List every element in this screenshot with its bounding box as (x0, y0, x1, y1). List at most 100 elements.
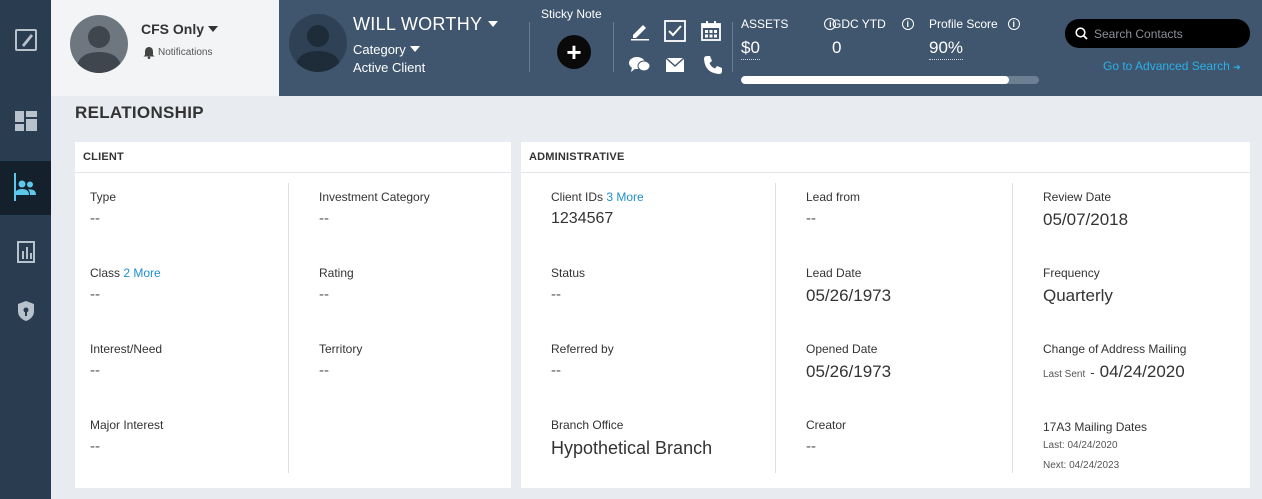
rail-relationship-icon[interactable] (0, 161, 51, 215)
territory-field: Territory -- (319, 342, 362, 379)
type-label: Type (90, 190, 117, 204)
client-ids-value: 1234567 (551, 210, 614, 227)
class-field: Class 2 More -- (90, 266, 161, 303)
divider (732, 22, 733, 72)
mailing-next-value: 04/24/2023 (1069, 460, 1120, 471)
creator-value: -- (806, 438, 816, 455)
user-menu[interactable]: CFS Only (141, 21, 219, 37)
edit-note-button[interactable] (628, 19, 652, 43)
lead-date-label: Lead Date (806, 266, 862, 280)
gdc-ytd-label: GDC YTD (832, 17, 886, 31)
separator: - (1090, 365, 1095, 380)
change-of-address-value: 04/24/2020 (1099, 362, 1185, 381)
page-title: RELATIONSHIP (75, 103, 204, 122)
opened-date-label: Opened Date (806, 342, 878, 356)
left-rail (0, 0, 51, 499)
mailing-last-value: 04/24/2020 (1067, 440, 1118, 451)
phone-button[interactable] (701, 53, 725, 77)
investment-category-value: -- (319, 210, 329, 227)
class-more-link[interactable]: 2 More (123, 266, 160, 280)
client-name-menu[interactable]: WILL WORTHY (353, 14, 499, 35)
client-status: Active Client (353, 60, 426, 75)
mailing-17a3-label: 17A3 Mailing Dates (1043, 420, 1148, 434)
client-name: WILL WORTHY (353, 14, 483, 34)
assets-label-group: ASSETS i (741, 17, 837, 31)
info-icon[interactable]: i (901, 18, 914, 30)
investment-category-label: Investment Category (319, 190, 430, 204)
frequency-field: Frequency Quarterly (1043, 266, 1113, 306)
profile-score-progress-bar (741, 76, 1039, 84)
interest-need-label: Interest/Need (90, 342, 163, 356)
interest-need-field: Interest/Need -- (90, 342, 162, 379)
major-interest-field: Major Interest -- (90, 418, 163, 455)
search-input[interactable] (1094, 26, 1244, 41)
client-ids-more-link[interactable]: 3 More (606, 190, 643, 204)
branch-office-value: Hypothetical Branch (551, 438, 713, 458)
bell-icon (143, 47, 155, 59)
email-button[interactable] (663, 53, 687, 77)
user-avatar[interactable] (70, 15, 128, 73)
category-dropdown[interactable]: Category (353, 42, 420, 57)
lead-date-field: Lead Date 05/26/1973 (806, 266, 891, 306)
calendar-button[interactable] (699, 19, 723, 43)
sticky-note-label: Sticky Note (541, 7, 602, 21)
review-date-field: Review Date 05/07/2018 (1043, 190, 1128, 230)
major-interest-value: -- (90, 438, 100, 455)
lead-from-value: -- (806, 210, 816, 227)
assets-value[interactable]: $0 (741, 38, 760, 60)
info-icon[interactable]: i (1007, 18, 1020, 30)
branch-office-field: Branch Office Hypothetical Branch (551, 418, 712, 459)
chevron-down-icon (488, 21, 499, 27)
interest-need-value: -- (90, 362, 100, 379)
status-label: Status (551, 266, 586, 280)
last-sent-label: Last Sent (1043, 369, 1086, 380)
rail-security-icon[interactable] (0, 284, 51, 338)
client-card-title: CLIENT (75, 142, 511, 173)
column-divider (775, 183, 776, 473)
add-sticky-note-button[interactable]: + (557, 35, 591, 69)
chat-button[interactable] (628, 53, 652, 77)
profile-score-label: Profile Score (929, 17, 998, 31)
lead-date-value: 05/26/1973 (806, 286, 892, 305)
notifications-link[interactable]: Notifications (143, 46, 212, 59)
opened-date-value: 05/26/1973 (806, 362, 892, 381)
change-of-address-label: Change of Address Mailing (1043, 342, 1187, 356)
mailing-next-label: Next: (1043, 460, 1067, 471)
major-interest-label: Major Interest (90, 418, 164, 432)
creator-field: Creator -- (806, 418, 846, 455)
frequency-label: Frequency (1043, 266, 1100, 280)
chevron-down-icon (409, 46, 420, 52)
status-value: -- (551, 286, 561, 303)
user-name: CFS Only (141, 21, 205, 37)
rail-edit-icon[interactable] (0, 13, 51, 67)
profile-score-progress-fill (741, 76, 1010, 84)
search-box[interactable] (1065, 19, 1250, 48)
status-field: Status -- (551, 266, 585, 303)
rail-report-icon[interactable] (0, 225, 51, 279)
class-label: Class (90, 266, 121, 280)
administrative-card-title: ADMINISTRATIVE (521, 142, 1250, 173)
client-ids-field: Client IDs 3 More 1234567 (551, 190, 644, 228)
referred-by-field: Referred by -- (551, 342, 614, 379)
rating-label: Rating (319, 266, 354, 280)
frequency-value: Quarterly (1043, 286, 1113, 305)
rail-dashboard-icon[interactable] (0, 94, 51, 148)
rating-field: Rating -- (319, 266, 354, 303)
territory-value: -- (319, 362, 329, 379)
referred-by-label: Referred by (551, 342, 614, 356)
client-ids-label: Client IDs (551, 190, 604, 204)
rating-value: -- (319, 286, 329, 303)
client-card: CLIENT Type -- Investment Category -- Cl… (75, 142, 511, 488)
mailing-17a3-field: 17A3 Mailing Dates Last: 04/24/2020 Next… (1043, 420, 1147, 471)
type-field: Type -- (90, 190, 116, 227)
profile-score-value[interactable]: 90% (929, 38, 964, 60)
user-panel: CFS Only Notifications (51, 0, 279, 96)
advanced-search-link[interactable]: Go to Advanced Search ➜ (1103, 59, 1241, 73)
investment-category-field: Investment Category -- (319, 190, 430, 227)
task-button[interactable] (663, 19, 687, 43)
opened-date-field: Opened Date 05/26/1973 (806, 342, 891, 382)
lead-from-field: Lead from -- (806, 190, 860, 227)
assets-label: ASSETS (741, 17, 789, 31)
advanced-search-label: Go to Advanced Search (1103, 59, 1230, 73)
creator-label: Creator (806, 418, 847, 432)
